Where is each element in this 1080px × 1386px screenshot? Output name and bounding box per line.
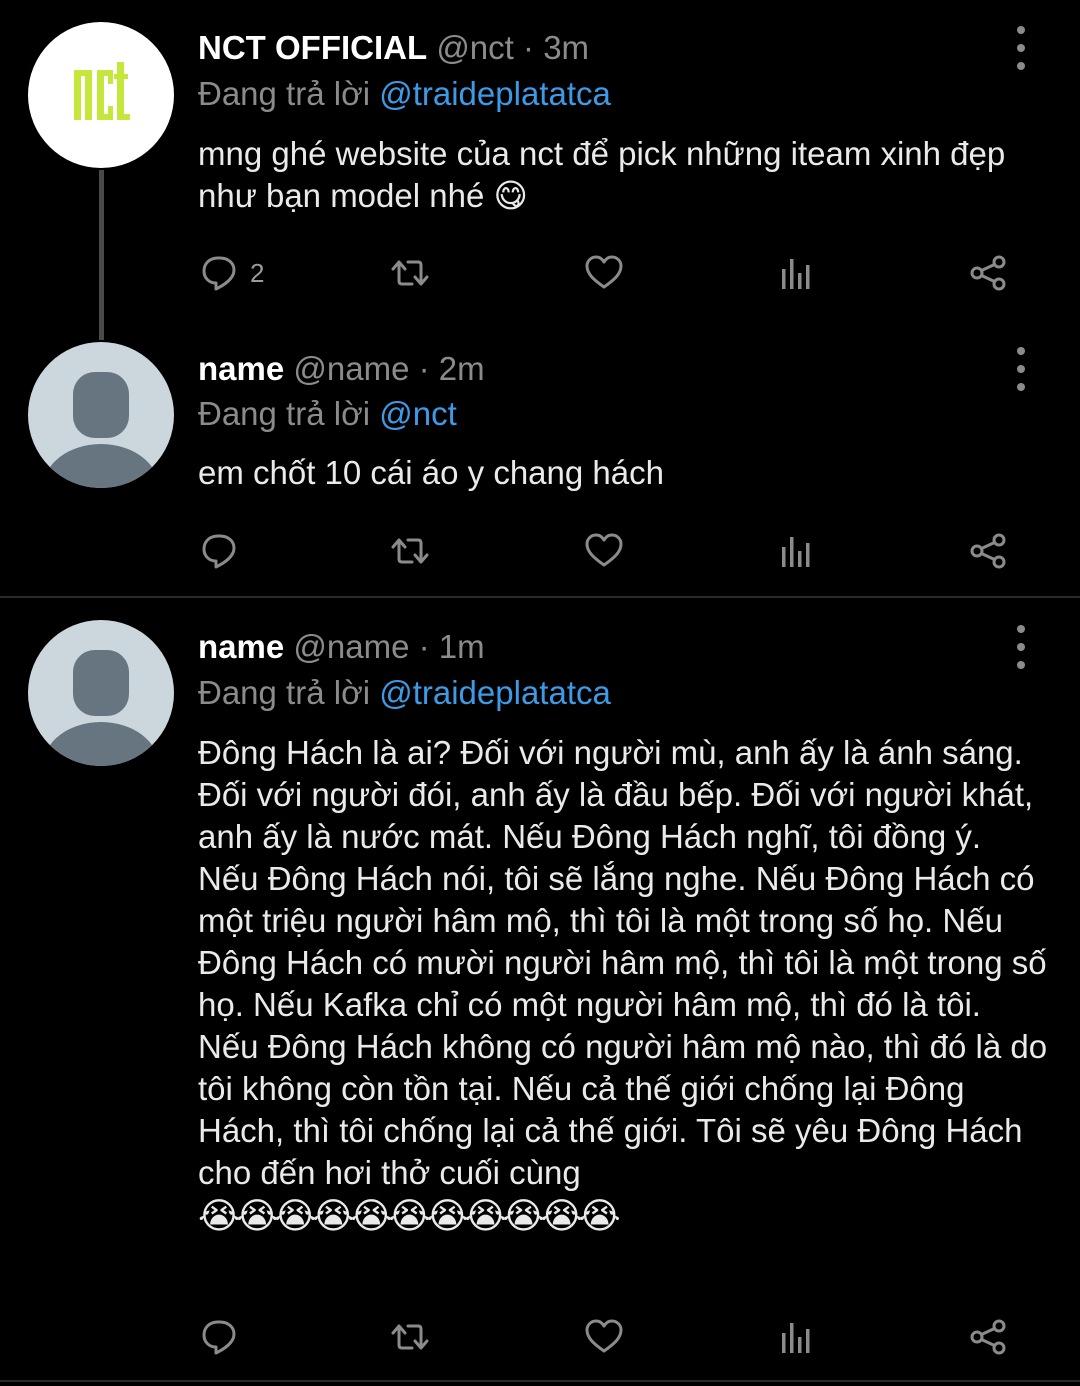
timestamp[interactable]: 2m [439,350,485,387]
emoji-line: 😭😭😭😭😭😭😭😭😭😭😭 [198,1195,621,1236]
mention-link[interactable]: @nct [379,395,457,432]
share-icon [968,531,1008,571]
tweet-3-actions [0,1312,1080,1362]
like-icon [584,253,624,293]
avatar-nct-logo[interactable] [28,22,174,168]
timestamp[interactable]: 3m [543,29,589,66]
default-avatar-icon [43,650,159,766]
handle[interactable]: @name [293,350,409,387]
tweet-text: mng ghé website của nct để pick những it… [198,135,1006,214]
tweet-text: em chốt 10 cái áo y chang hách [198,454,664,491]
retweet-button[interactable] [390,1312,430,1362]
retweet-icon [390,1317,430,1357]
replying-prefix: Đang trả lời [198,395,371,432]
handle[interactable]: @nct [436,29,514,66]
display-name[interactable]: NCT OFFICIAL [198,29,427,66]
tweet-divider [0,1380,1080,1382]
analytics-icon [776,253,816,293]
separator: · [418,350,430,387]
timestamp[interactable]: 1m [439,628,485,665]
share-button[interactable] [968,248,1008,298]
analytics-icon [776,531,816,571]
default-avatar-icon [43,372,159,488]
reply-button[interactable] [200,1312,240,1362]
analytics-icon [776,1317,816,1357]
replying-prefix: Đang trả lời [198,75,371,112]
replying-prefix: Đang trả lời [198,674,371,711]
reply-icon [200,531,240,571]
like-button[interactable] [584,1312,624,1362]
separator: · [523,29,535,66]
replying-to: Đang trả lời @traideplatatca [198,673,611,713]
more-options-icon[interactable] [1004,625,1038,669]
reply-button[interactable] [200,526,240,576]
display-name[interactable]: name [198,628,284,665]
like-button[interactable] [584,248,624,298]
share-button[interactable] [968,1312,1008,1362]
reply-button[interactable]: 2 [200,248,264,298]
mention-link[interactable]: @traideplatatca [379,674,611,711]
retweet-icon [390,531,430,571]
reply-count: 2 [250,257,265,288]
retweet-button[interactable] [390,526,430,576]
tweet-2-header: name @name · 2m [198,349,485,389]
display-name[interactable]: name [198,350,284,387]
like-icon [584,531,624,571]
tweet-3-header: name @name · 1m [198,627,485,667]
share-icon [968,253,1008,293]
analytics-button[interactable] [776,526,816,576]
retweet-button[interactable] [390,248,430,298]
avatar-default[interactable] [28,620,174,766]
tweet-1-actions: 2 [0,248,1080,298]
mention-link[interactable]: @traideplatatca [379,75,611,112]
tweet-text-content: Đông Hách là ai? Đối với người mù, anh ấ… [198,734,1048,1191]
more-options-icon[interactable] [1004,347,1038,391]
separator: · [418,628,430,665]
replying-to: Đang trả lời @traideplatatca [198,74,611,114]
share-icon [968,1317,1008,1357]
tweet-2-actions [0,526,1080,576]
more-options-icon[interactable] [1004,26,1038,70]
like-icon [584,1317,624,1357]
reply-icon [200,1317,240,1357]
like-button[interactable] [584,526,624,576]
handle[interactable]: @name [293,628,409,665]
replying-to: Đang trả lời @nct [198,394,457,434]
analytics-button[interactable] [776,248,816,298]
avatar-default[interactable] [28,342,174,488]
retweet-icon [390,253,430,293]
share-button[interactable] [968,526,1008,576]
tweet-divider [0,596,1080,598]
tweet-1-header: NCT OFFICIAL @nct · 3m [198,28,589,68]
analytics-button[interactable] [776,1312,816,1362]
nct-logo-icon [74,62,130,120]
reply-icon [200,253,240,293]
tweet-text: Đông Hách là ai? Đối với người mù, anh ấ… [198,732,1048,1238]
